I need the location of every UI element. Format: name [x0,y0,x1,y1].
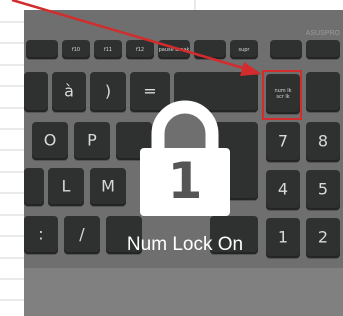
lock-digit: 1 [167,152,203,210]
num-lock-overlay: 1 Num Lock On [100,96,270,268]
num-lock-message: Num Lock On [126,234,244,255]
